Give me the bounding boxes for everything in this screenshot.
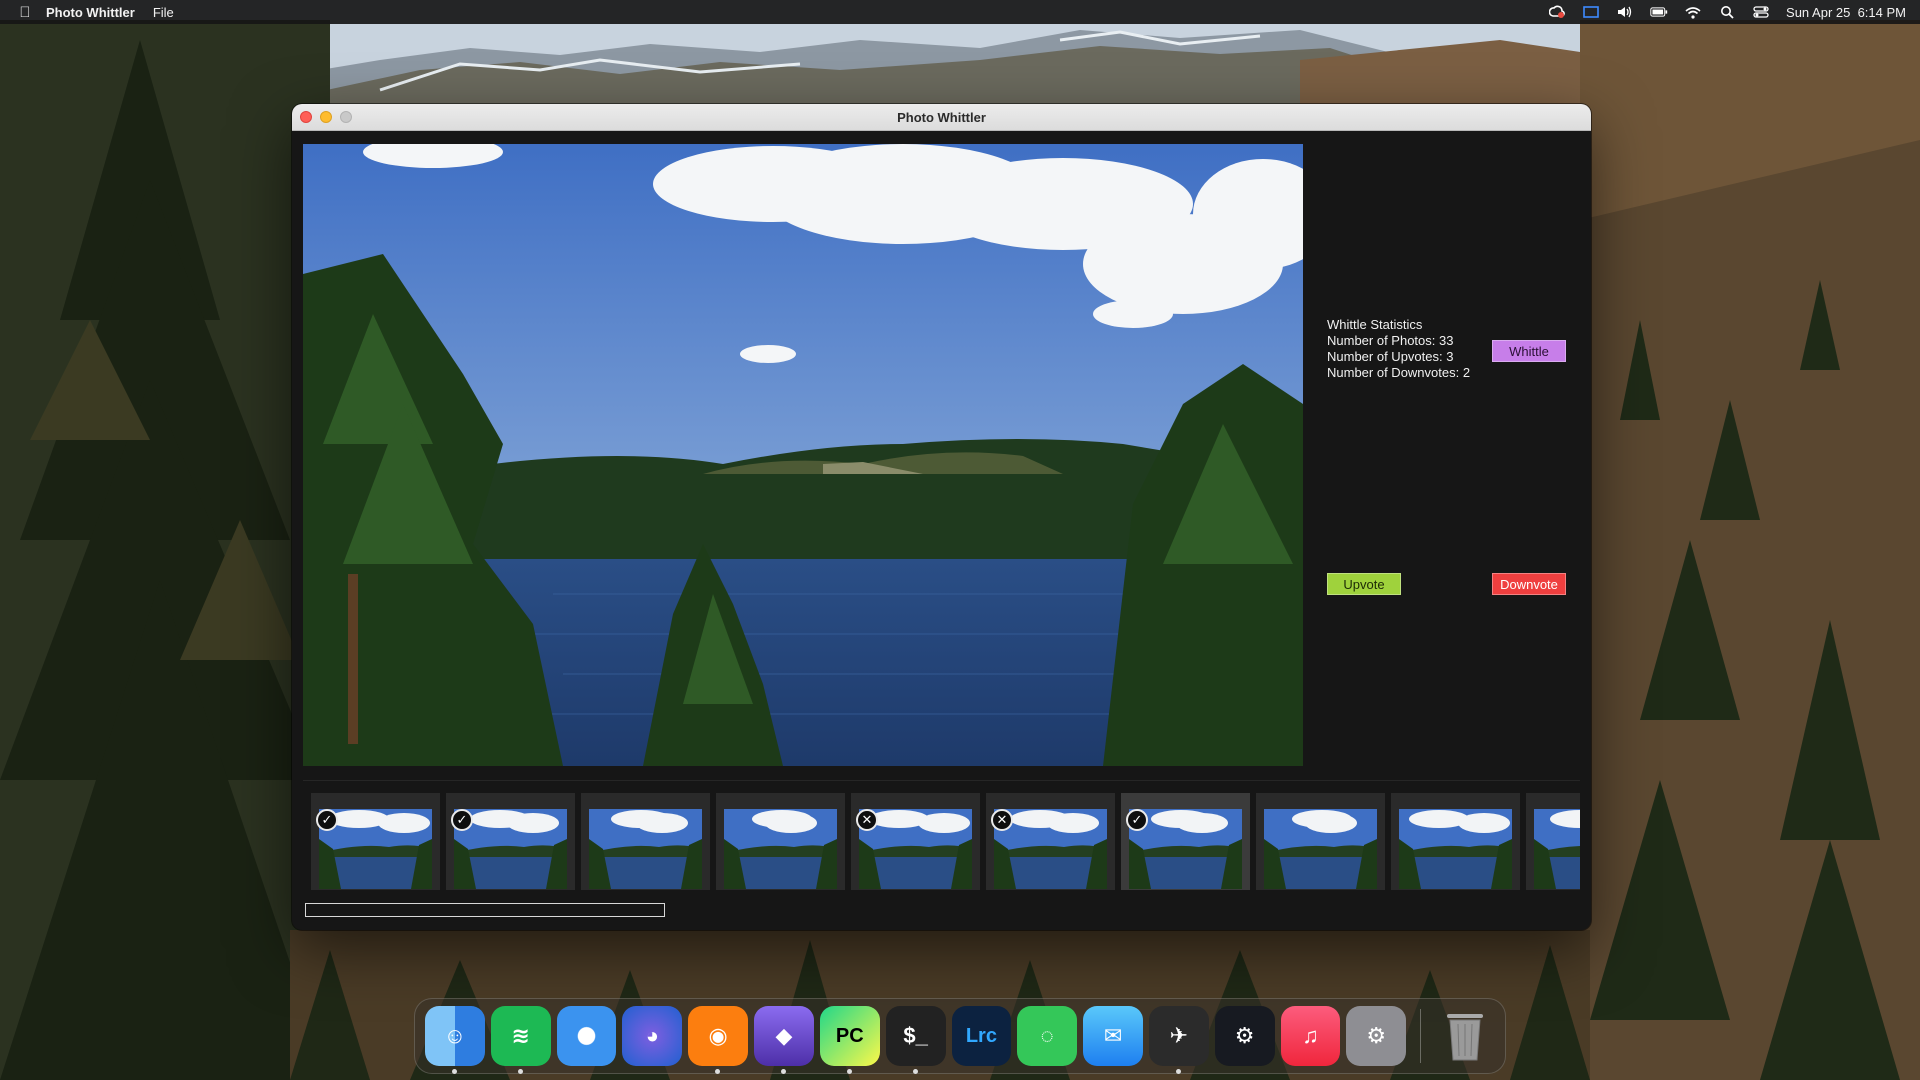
status-area: Sun Apr 25 6:14 PM [1548, 5, 1906, 20]
thumbnail-item[interactable] [1256, 793, 1385, 890]
window-controls [300, 111, 352, 123]
running-indicator [517, 1069, 523, 1074]
control-center-icon[interactable] [1752, 5, 1770, 19]
menu-bar:  Photo Whittler File Sun Apr 25 6:14 PM [0, 0, 1920, 24]
upvote-check-icon: ✓ [451, 809, 473, 831]
stats-downvotes: Number of Downvotes: 2 [1327, 365, 1471, 380]
thumbnail-image [589, 809, 702, 889]
steam-icon[interactable]: ⚙ [1214, 1006, 1275, 1066]
display-icon[interactable] [1582, 5, 1600, 19]
trash-icon[interactable] [1435, 1006, 1495, 1066]
music-icon[interactable]: ♫ [1280, 1006, 1341, 1066]
upvote-button[interactable]: Upvote [1327, 573, 1401, 595]
mail-icon[interactable]: ✉ [1083, 1006, 1143, 1066]
stats-photos: Number of Photos: 33 [1327, 333, 1454, 348]
thumbnail-item[interactable] [1391, 793, 1520, 890]
thumbnail-item[interactable]: ✓ [1121, 793, 1250, 890]
search-icon[interactable] [1718, 5, 1736, 19]
apple-icon[interactable]:  [14, 4, 36, 21]
thumbnail-item[interactable]: ✕ [851, 793, 980, 890]
thumbnail-image [724, 809, 837, 889]
upvote-check-icon: ✓ [316, 809, 338, 831]
dock-separator [1420, 1009, 1422, 1063]
current-photo [303, 144, 1303, 766]
battery-icon[interactable] [1650, 5, 1668, 19]
downvote-x-icon: ✕ [856, 809, 878, 831]
running-indicator [912, 1069, 918, 1074]
menu-file[interactable]: File [153, 5, 174, 20]
pycharm-icon[interactable]: PC [819, 1006, 880, 1074]
whittle-button[interactable]: Whittle [1492, 340, 1566, 362]
zoom-button[interactable] [340, 111, 352, 123]
upvote-check-icon: ✓ [1126, 809, 1148, 831]
menu-clock[interactable]: Sun Apr 25 6:14 PM [1786, 5, 1906, 20]
dock: ☺ ≋ ✧ ◕ ◉ ◆ PC $_ Lrc ◌ ✉ ✈ ⚙ ♫ ⚙ [414, 998, 1506, 1074]
obsidian-icon[interactable]: ◆ [754, 1006, 814, 1074]
running-indicator [846, 1069, 852, 1074]
whittle-statistics: Whittle Statistics Number of Photos: 33 … [1327, 317, 1470, 381]
window-title: Photo Whittler [897, 109, 986, 125]
thumbnail-image [1534, 809, 1580, 889]
whittle-progress-bar [305, 903, 665, 917]
firefox-icon[interactable]: ◕ [622, 1006, 683, 1066]
finder-icon[interactable]: ☺ [425, 1006, 485, 1074]
running-indicator [1175, 1069, 1181, 1074]
thumbnail-item[interactable] [716, 793, 845, 890]
thumbnail-image [1399, 809, 1512, 889]
terminal-icon[interactable]: $_ [885, 1006, 946, 1074]
paw-icon[interactable]: ✈ [1148, 1006, 1209, 1074]
wifi-icon[interactable] [1684, 5, 1702, 19]
downvote-x-icon: ✕ [991, 809, 1013, 831]
menu-app-name[interactable]: Photo Whittler [46, 5, 135, 20]
safari-icon[interactable]: ✧ [556, 1006, 617, 1066]
spotify-icon[interactable]: ≋ [490, 1006, 551, 1074]
running-indicator [452, 1069, 457, 1074]
running-indicator [715, 1069, 721, 1074]
volume-icon[interactable] [1616, 5, 1634, 19]
thumbnail-strip[interactable]: ✓ ✓ ✕ ✕ ✓ [303, 780, 1580, 890]
app-window: Photo Whittler Whittle Statistics Number… [292, 104, 1591, 930]
lightroom-classic-icon[interactable]: Lrc [951, 1006, 1012, 1066]
creative-cloud-icon[interactable] [1548, 5, 1566, 19]
photo-viewer [303, 144, 1303, 766]
thumbnail-item[interactable]: ✕ [986, 793, 1115, 890]
title-bar[interactable]: Photo Whittler [292, 104, 1591, 131]
stats-upvotes: Number of Upvotes: 3 [1327, 349, 1454, 364]
close-button[interactable] [300, 111, 312, 123]
thumbnail-item[interactable]: ✓ [311, 793, 440, 890]
system-preferences-icon[interactable]: ⚙ [1346, 1006, 1407, 1066]
thumbnail-item[interactable] [1526, 793, 1580, 890]
thumbnail-list: ✓ ✓ ✕ ✕ ✓ [311, 793, 1580, 890]
minimize-button[interactable] [320, 111, 332, 123]
messages-icon[interactable]: ◌ [1017, 1006, 1078, 1066]
downvote-button[interactable]: Downvote [1492, 573, 1566, 595]
thumbnail-item[interactable] [581, 793, 710, 890]
thumbnail-image [1264, 809, 1377, 889]
stats-heading: Whittle Statistics [1327, 317, 1423, 332]
overcast-icon[interactable]: ◉ [688, 1006, 749, 1074]
thumbnail-item[interactable]: ✓ [446, 793, 575, 890]
running-indicator [781, 1069, 787, 1074]
